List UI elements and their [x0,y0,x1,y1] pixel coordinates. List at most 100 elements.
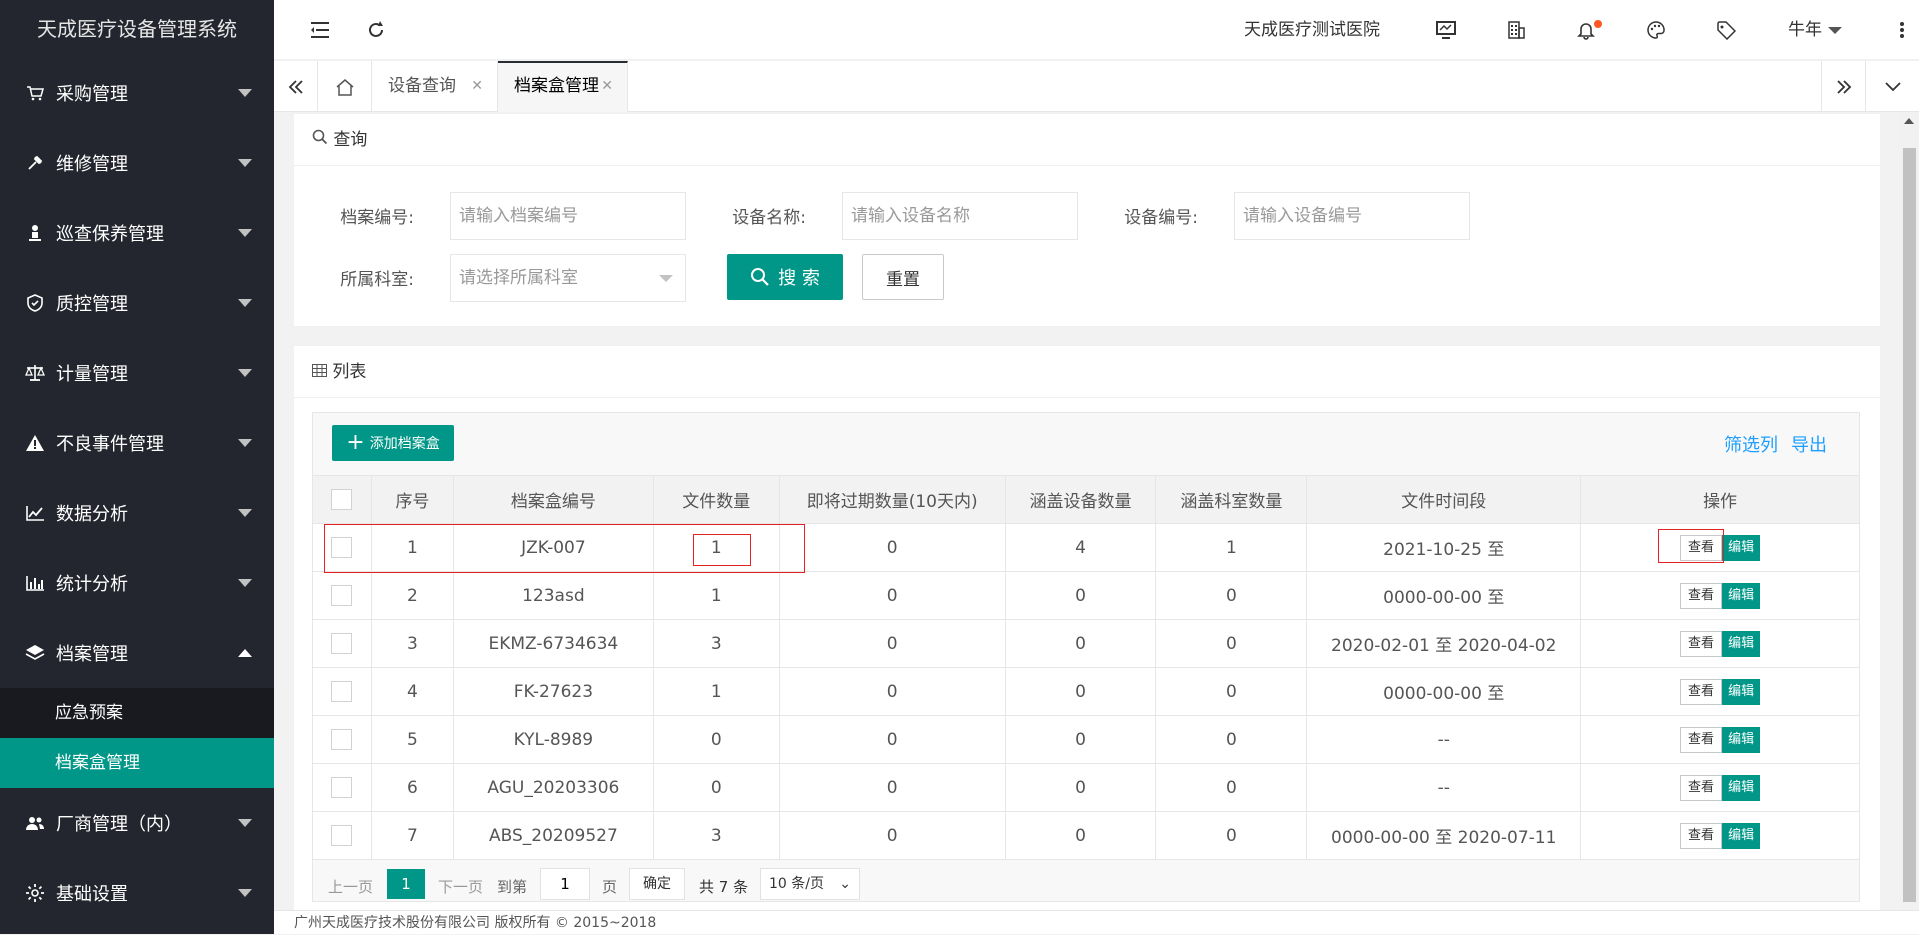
current-page-button[interactable]: 1 [387,869,425,899]
sidebar-item-warning[interactable]: 不良事件管理 [0,408,274,478]
row-checkbox[interactable] [331,681,353,702]
collapse-menu-icon[interactable] [292,0,348,60]
reset-button[interactable]: 重置 [862,254,944,300]
cell-expiring: 0 [778,763,1006,812]
sidebar-item-users[interactable]: 厂商管理（内） [0,788,274,858]
balance-icon [24,362,46,384]
sidebar-submenu-archive: 应急预案 档案盒管理 [0,688,274,788]
edit-button[interactable]: 编辑 [1722,726,1761,753]
view-button[interactable]: 查看 [1680,582,1723,609]
edit-button[interactable]: 编辑 [1722,774,1761,801]
row-checkbox[interactable] [331,777,353,798]
edit-button[interactable]: 编辑 [1722,630,1761,657]
sidebar-item-cart[interactable]: 采购管理 [0,58,274,128]
sidebar-item-shield[interactable]: 质控管理 [0,268,274,338]
prev-page-link[interactable]: 上一页 [328,876,373,897]
scrollbar-thumb[interactable] [1903,148,1916,902]
view-button[interactable]: 查看 [1680,726,1723,753]
sidebar-item-layers[interactable]: 档案管理 [0,618,274,688]
cell-period: 2020-02-01 至 2020-04-02 [1306,619,1582,668]
cell-devices: 0 [1004,667,1157,716]
close-icon[interactable]: ✕ [601,63,613,110]
archive-no-label: 档案编号: [340,208,414,228]
chevron-down-icon [238,439,252,447]
select-all-checkbox[interactable] [331,489,353,510]
sidebar-item-label: 基础设置 [56,884,128,905]
archive-no-input[interactable] [450,192,686,240]
device-no-label: 设备编号: [1124,208,1198,228]
goto-page-input[interactable] [540,868,590,900]
building-icon[interactable] [1496,0,1536,60]
cell-devices: 4 [1004,523,1157,572]
app-title: 天成医疗设备管理系统 [0,0,274,58]
edit-button[interactable]: 编辑 [1722,822,1761,849]
tag-icon[interactable] [1706,0,1746,60]
sidebar-subitem-archive-box[interactable]: 档案盒管理 [0,738,274,788]
more-vertical-icon[interactable] [1882,0,1919,60]
table-header-row: 序号 档案盒编号 文件数量 即将过期数量(10天内) 涵盖设备数量 涵盖科室数量… [312,475,1860,524]
home-tab-icon[interactable] [318,61,372,112]
view-button[interactable]: 查看 [1680,630,1723,657]
row-checkbox[interactable] [331,825,353,846]
sidebar-item-balance[interactable]: 计量管理 [0,338,274,408]
chevron-down-icon [238,819,252,827]
page-scrollbar[interactable] [1900,112,1919,910]
device-no-input[interactable] [1234,192,1470,240]
sidebar-item-wrench[interactable]: 维修管理 [0,128,274,198]
row-checkbox[interactable] [331,633,353,654]
edit-button[interactable]: 编辑 [1722,534,1761,561]
add-archive-box-button[interactable]: + 添加档案盒 [332,425,454,461]
tab-archive-box-management[interactable]: 档案盒管理 ✕ [498,61,628,112]
row-checkbox[interactable] [331,729,353,750]
search-button[interactable]: 搜 索 [727,254,843,300]
tab-menu-chevron-down-icon[interactable] [1865,61,1919,112]
tab-scroll-right-icon[interactable] [1821,61,1865,112]
view-button[interactable]: 查看 [1680,822,1723,849]
view-button[interactable]: 查看 [1680,774,1723,801]
list-panel-title: 列表 [332,362,367,382]
refresh-icon[interactable] [348,0,404,60]
filter-columns-link[interactable]: 筛选列 [1724,431,1778,457]
cell-files: 3 [652,811,780,860]
cell-actions: 查看 编辑 [1580,763,1860,812]
goto-confirm-button[interactable]: 确定 [629,868,685,900]
sidebar-item-trend[interactable]: 数据分析 [0,478,274,548]
close-icon[interactable]: ✕ [471,61,483,112]
shield-icon [24,292,46,314]
row-select-cell [312,715,372,764]
department-select[interactable]: 请选择所属科室 [450,254,686,302]
edit-button[interactable]: 编辑 [1722,582,1761,609]
hospital-name: 天成医疗测试医院 [1244,20,1380,40]
row-checkbox[interactable] [331,585,353,606]
page-size-select[interactable]: 10 条/页 ⌄ [760,868,860,900]
user-name: 牛年 [1788,20,1822,40]
monitor-icon[interactable] [1426,0,1466,60]
next-page-link[interactable]: 下一页 [438,876,483,897]
chevron-up-icon [238,649,252,657]
export-link[interactable]: 导出 [1791,431,1827,457]
chevron-down-icon: ⌄ [839,876,851,892]
cell-actions: 查看 编辑 [1580,619,1860,668]
tab-device-query[interactable]: 设备查询 ✕ [372,61,498,112]
cell-depts: 1 [1155,523,1308,572]
view-button[interactable]: 查看 [1680,678,1723,705]
column-header: 涵盖设备数量 [1004,475,1157,524]
sidebar-item-label: 档案管理 [56,644,128,665]
sidebar-item-gear[interactable]: 基础设置 [0,858,274,928]
edit-button[interactable]: 编辑 [1722,678,1761,705]
tab-scroll-left-icon[interactable] [274,61,318,112]
user-menu[interactable]: 牛年 [1788,0,1842,60]
cell-files: 1 [652,571,780,620]
highlight-box-view-button [1658,529,1724,563]
theme-palette-icon[interactable] [1636,0,1676,60]
sidebar-subitem-emergency-plan[interactable]: 应急预案 [0,688,274,738]
notification-bell-icon[interactable] [1566,0,1606,60]
highlight-box-file-count [693,534,751,566]
sidebar-item-person[interactable]: 巡查保养管理 [0,198,274,268]
person-icon [24,222,46,244]
sidebar-item-bar-chart[interactable]: 统计分析 [0,548,274,618]
footer: 广州天成医疗技术股份有限公司 版权所有 © 2015~2018 [274,910,1919,934]
scroll-up-arrow-icon[interactable] [1904,118,1914,124]
device-name-input[interactable] [842,192,1078,240]
cell-code: EKMZ-6734634 [452,619,654,668]
